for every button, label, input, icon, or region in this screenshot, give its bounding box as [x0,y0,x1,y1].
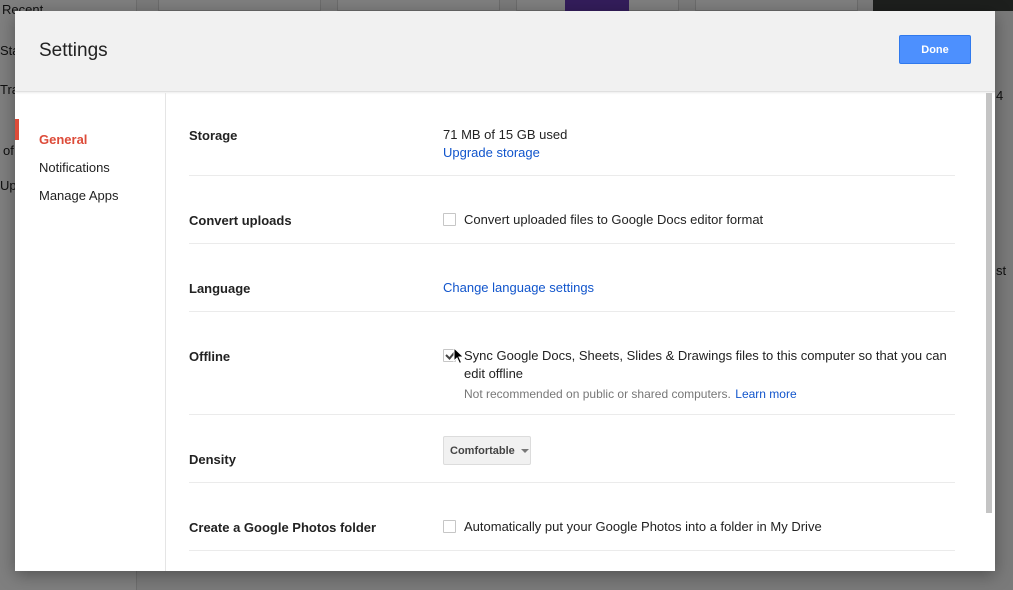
offline-note: Not recommended on public or shared comp… [464,387,731,401]
scrollbar-thumb[interactable] [986,93,992,513]
photos-folder-label: Create a Google Photos folder [189,520,377,535]
scrollbar[interactable] [985,93,993,513]
photos-folder-row: Create a Google Photos folder Automatica… [189,483,955,551]
sidebar-item-notifications[interactable]: Notifications [39,160,110,175]
upgrade-storage-link[interactable]: Upgrade storage [443,145,540,160]
density-label: Density [189,452,236,467]
density-select[interactable]: Comfortable [443,436,531,465]
dialog-header: Settings Done [15,11,995,92]
convert-uploads-checkbox[interactable] [443,213,456,226]
density-row: Density Comfortable [189,415,955,483]
sidebar-item-manage-apps[interactable]: Manage Apps [39,188,119,203]
density-select-value: Comfortable [450,444,515,457]
learn-more-link[interactable]: Learn more [735,387,796,401]
sidebar-item-general[interactable]: General [39,132,87,147]
chevron-down-icon [520,448,529,453]
offline-row: Offline Sync Google Docs, Sheets, Slides… [189,312,955,415]
offline-note-block: Not recommended on public or shared comp… [464,385,797,403]
mouse-cursor-icon [453,347,465,365]
done-button[interactable]: Done [899,35,971,64]
dialog-title: Settings [39,40,108,61]
language-label: Language [189,281,251,296]
change-language-link[interactable]: Change language settings [443,280,594,295]
offline-label: Offline [189,349,231,364]
convert-uploads-label: Convert uploads [189,213,292,228]
active-indicator [15,119,19,140]
settings-content: Storage 71 MB of 15 GB used Upgrade stor… [166,93,995,571]
photos-folder-checkbox-label[interactable]: Automatically put your Google Photos int… [464,519,822,534]
storage-row: Storage 71 MB of 15 GB used Upgrade stor… [189,93,955,176]
convert-uploads-checkbox-label[interactable]: Convert uploaded files to Google Docs ed… [464,212,763,227]
storage-usage: 71 MB of 15 GB used [443,127,568,142]
photos-folder-checkbox[interactable] [443,520,456,533]
storage-label: Storage [189,128,238,143]
offline-checkbox-label-line2[interactable]: edit offline [464,366,523,381]
language-row: Language Change language settings [189,244,955,312]
settings-dialog: Settings Done General Notifications Mana… [15,11,995,571]
convert-uploads-row: Convert uploads Convert uploaded files t… [189,176,955,244]
offline-checkbox-label-line1[interactable]: Sync Google Docs, Sheets, Slides & Drawi… [464,348,947,363]
settings-sidebar: General Notifications Manage Apps [15,93,166,571]
